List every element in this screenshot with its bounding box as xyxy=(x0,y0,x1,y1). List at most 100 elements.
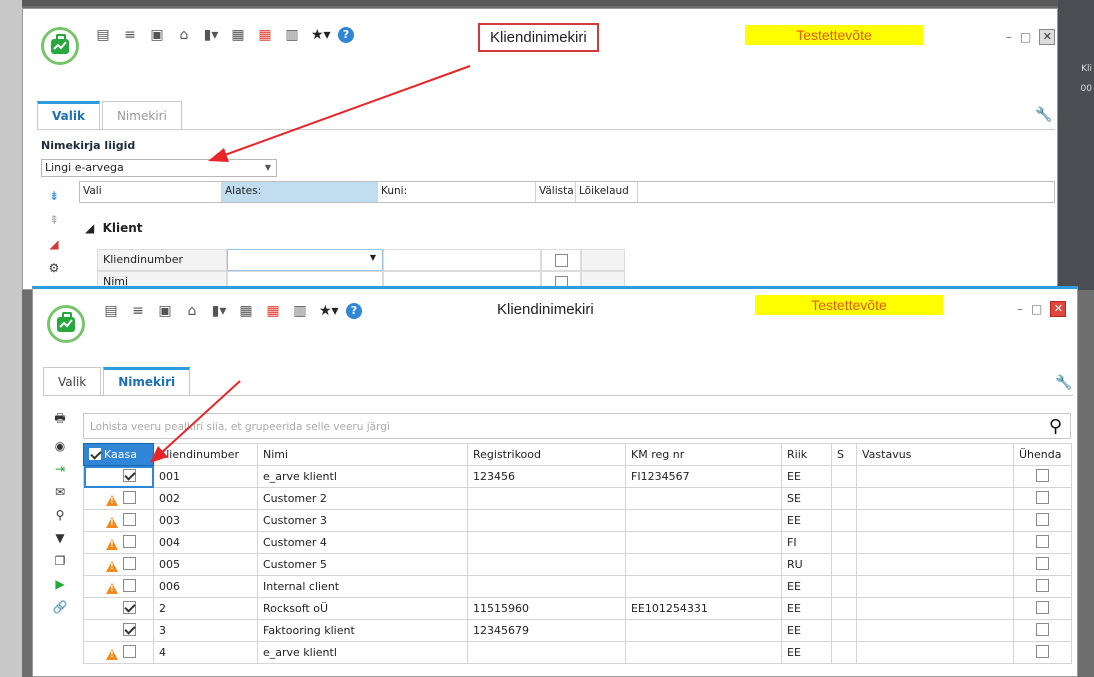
cell-uhenda[interactable] xyxy=(1013,531,1072,554)
filter-icon[interactable]: ▼ xyxy=(55,531,64,545)
exclude-checkbox[interactable] xyxy=(541,249,581,271)
table-row[interactable]: 003Customer 3 EE xyxy=(83,509,1072,532)
cell-nimi[interactable]: e_arve klientl xyxy=(257,641,468,664)
merge-checkbox[interactable] xyxy=(1036,622,1049,636)
view-eye-icon[interactable]: ◉ xyxy=(55,439,65,453)
cell-kliendinumber[interactable]: 4 xyxy=(153,641,258,664)
cell-nimi[interactable]: Rocksoft oÜ xyxy=(257,597,468,620)
merge-checkbox[interactable] xyxy=(1036,600,1049,614)
include-checkbox[interactable] xyxy=(123,468,136,482)
print-menu-icon[interactable]: ▮▾ xyxy=(203,27,219,43)
col-alates[interactable]: Alates: xyxy=(222,182,378,202)
cell-registrikood[interactable] xyxy=(467,553,626,576)
cell-km-reg-nr[interactable]: FI1234567 xyxy=(625,465,782,488)
cell-s[interactable] xyxy=(831,575,857,598)
table-row[interactable]: 2 Rocksoft oÜ 11515960 EE101254331 EE xyxy=(83,597,1072,620)
home-icon[interactable]: ⌂ xyxy=(184,303,200,319)
cell-nimi[interactable]: Customer 2 xyxy=(257,487,468,510)
include-cell[interactable] xyxy=(83,465,154,488)
include-checkbox[interactable] xyxy=(123,490,136,504)
maximize-icon[interactable]: □ xyxy=(1020,30,1031,44)
edit-list-icon[interactable]: ≡ xyxy=(130,303,146,319)
favorites-star-icon[interactable]: ★▾ xyxy=(319,303,339,319)
to-field[interactable] xyxy=(383,249,541,271)
merge-checkbox[interactable] xyxy=(1036,468,1049,482)
include-checkbox[interactable] xyxy=(123,622,136,636)
gear-icon[interactable]: ⚙ xyxy=(49,261,60,275)
from-dropdown[interactable]: ▼ xyxy=(227,249,383,271)
include-checkbox[interactable] xyxy=(123,600,136,614)
cell-s[interactable] xyxy=(831,509,857,532)
cell-s[interactable] xyxy=(831,531,857,554)
minimize-icon[interactable]: – xyxy=(1006,30,1012,44)
cell-vastavus[interactable] xyxy=(856,597,1014,620)
collapse-icon[interactable]: ⇞ xyxy=(49,213,59,227)
cell-vastavus[interactable] xyxy=(856,531,1014,554)
cell-uhenda[interactable] xyxy=(1013,465,1072,488)
cell-registrikood[interactable]: 11515960 xyxy=(467,597,626,620)
col-registrikood[interactable]: Registrikood xyxy=(467,443,626,466)
cell-s[interactable] xyxy=(831,597,857,620)
settings-wrench-icon[interactable]: 🔧 xyxy=(1035,107,1052,123)
col-uhenda[interactable]: Ühenda xyxy=(1013,443,1072,466)
cell-riik[interactable]: EE xyxy=(781,619,832,642)
cell-riik[interactable]: RU xyxy=(781,553,832,576)
cell-kliendinumber[interactable]: 3 xyxy=(153,619,258,642)
table-row[interactable]: 006Internal client EE xyxy=(83,575,1072,598)
cell-riik[interactable]: EE xyxy=(781,465,832,488)
tab-nimekiri[interactable]: Nimekiri xyxy=(103,367,191,395)
group-by-hint[interactable]: Lohista veeru pealkiri siia, et grupeeri… xyxy=(83,413,1071,439)
include-cell[interactable] xyxy=(83,553,154,576)
help-icon[interactable]: ? xyxy=(346,303,362,319)
tab-nimekiri[interactable]: Nimekiri xyxy=(101,101,182,129)
include-checkbox[interactable] xyxy=(123,644,136,658)
merge-checkbox[interactable] xyxy=(1036,556,1049,570)
cell-nimi[interactable]: Customer 3 xyxy=(257,509,468,532)
cell-vastavus[interactable] xyxy=(856,619,1014,642)
cell-registrikood[interactable] xyxy=(467,487,626,510)
group-klient[interactable]: ◢ Klient xyxy=(85,221,143,235)
cell-riik[interactable]: EE xyxy=(781,575,832,598)
col-nimi[interactable]: Nimi xyxy=(257,443,468,466)
expand-icon[interactable]: ⇟ xyxy=(49,189,59,203)
settings-wrench-icon[interactable]: 🔧 xyxy=(1055,375,1072,391)
cell-kliendinumber[interactable]: 2 xyxy=(153,597,258,620)
cell-vastavus[interactable] xyxy=(856,509,1014,532)
cell-vastavus[interactable] xyxy=(856,641,1014,664)
cell-registrikood[interactable] xyxy=(467,575,626,598)
cell-riik[interactable]: EE xyxy=(781,597,832,620)
cell-kliendinumber[interactable]: 001 xyxy=(153,465,258,488)
cell-uhenda[interactable] xyxy=(1013,487,1072,510)
include-cell[interactable] xyxy=(83,619,154,642)
table-row[interactable]: 3 Faktooring klient 12345679 EE xyxy=(83,619,1072,642)
include-checkbox[interactable] xyxy=(123,556,136,570)
include-cell[interactable] xyxy=(83,487,154,510)
cell-uhenda[interactable] xyxy=(1013,619,1072,642)
cell-nimi[interactable]: e_arve klientl xyxy=(257,465,468,488)
help-icon[interactable]: ? xyxy=(338,27,354,43)
cell-registrikood[interactable]: 123456 xyxy=(467,465,626,488)
cell-uhenda[interactable] xyxy=(1013,597,1072,620)
email-icon[interactable]: ✉ xyxy=(55,485,65,499)
merge-checkbox[interactable] xyxy=(1036,534,1049,548)
book-icon[interactable]: ▥ xyxy=(292,303,308,319)
cell-nimi[interactable]: Faktooring klient xyxy=(257,619,468,642)
include-checkbox[interactable] xyxy=(123,534,136,548)
cell-vastavus[interactable] xyxy=(856,487,1014,510)
include-cell[interactable] xyxy=(83,597,154,620)
save-icon[interactable]: ▣ xyxy=(157,303,173,319)
col-kuni[interactable]: Kuni: xyxy=(378,182,536,202)
color-grid-icon[interactable]: ▦ xyxy=(265,303,281,319)
app-logo-icon[interactable] xyxy=(47,305,85,343)
cell-kliendinumber[interactable]: 004 xyxy=(153,531,258,554)
cell-vastavus[interactable] xyxy=(856,553,1014,576)
tab-valik[interactable]: Valik xyxy=(43,367,102,395)
list-icon[interactable]: ▤ xyxy=(95,27,111,43)
table-row[interactable]: 001 e_arve klientl 123456 FI1234567 EE xyxy=(83,465,1072,488)
merge-checkbox[interactable] xyxy=(1036,490,1049,504)
include-cell[interactable] xyxy=(83,575,154,598)
cell-riik[interactable]: SE xyxy=(781,487,832,510)
book-icon[interactable]: ▥ xyxy=(284,27,300,43)
cell-registrikood[interactable] xyxy=(467,509,626,532)
cell-kliendinumber[interactable]: 005 xyxy=(153,553,258,576)
